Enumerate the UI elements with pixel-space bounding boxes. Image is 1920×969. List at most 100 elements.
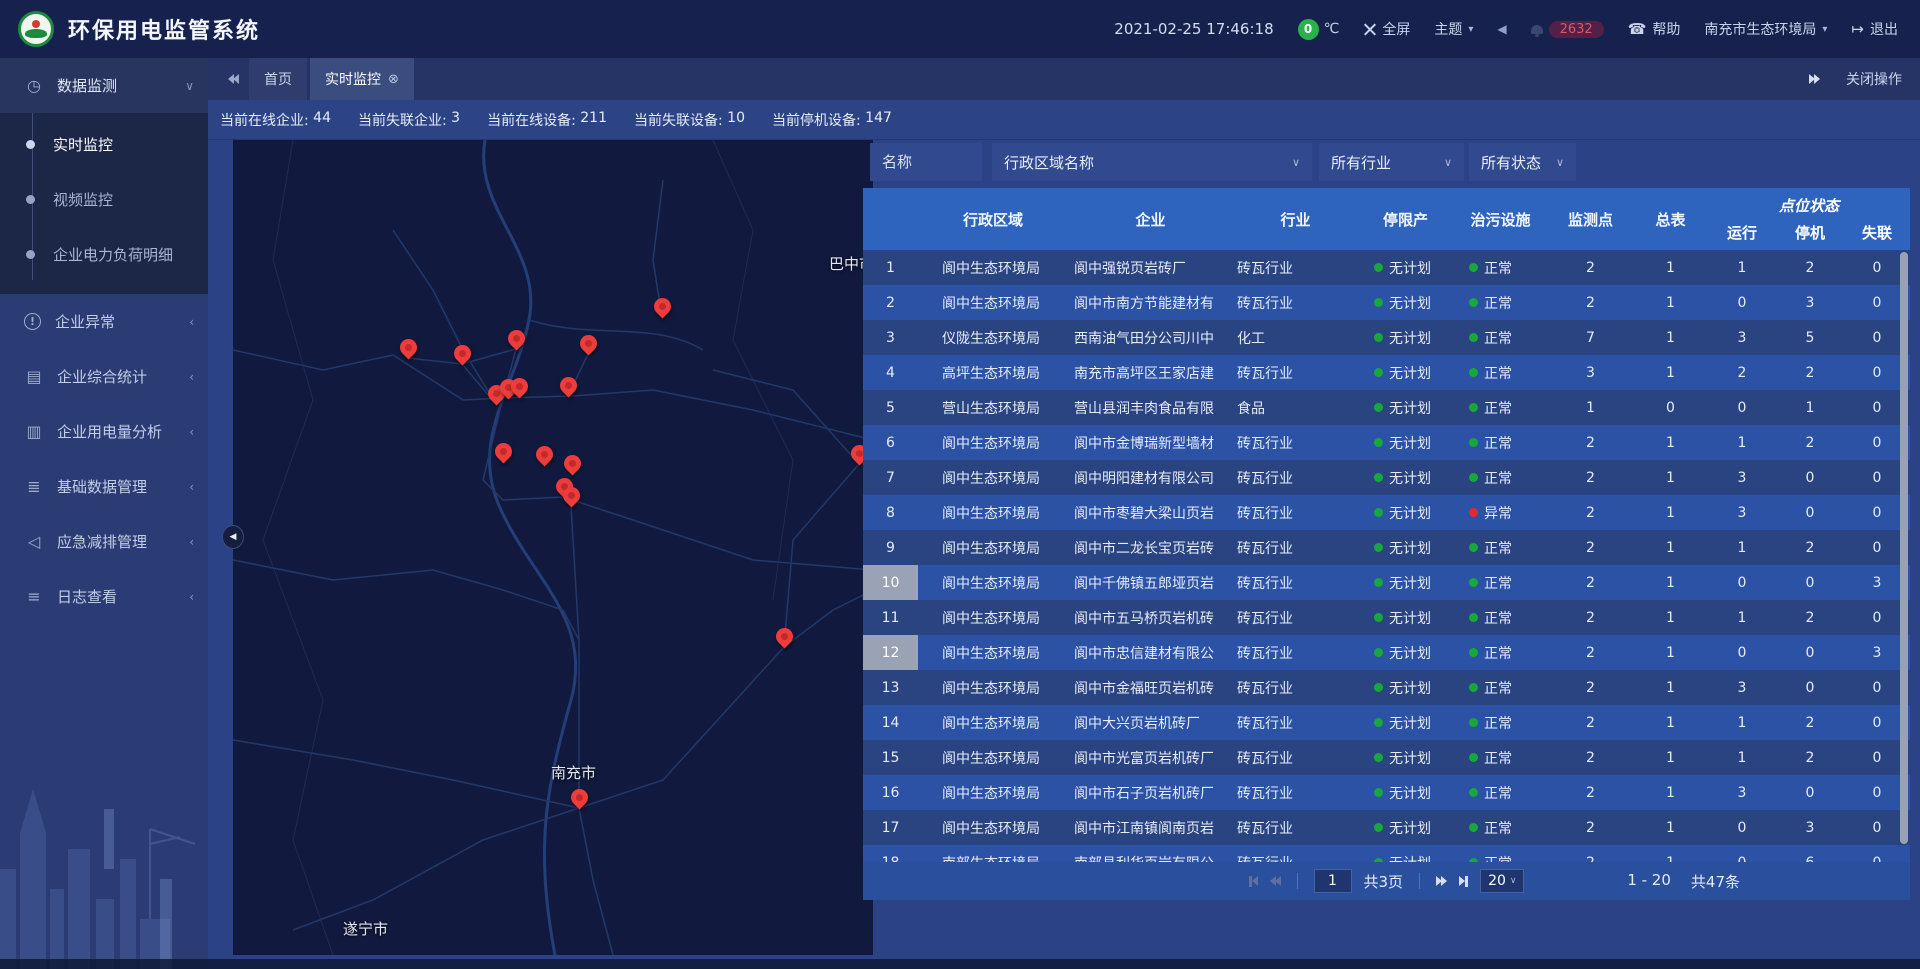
help-button[interactable]: ☎ 帮助: [1628, 19, 1681, 39]
status-text: 无计划: [1389, 783, 1431, 803]
cell-region: 阆中生态环境局: [918, 538, 1068, 558]
sidebar: ◷数据监测∨ 实时监控视频监控企业电力负荷明细! 企业异常 ‹ ▤企业综合统计‹▥企业用…: [0, 58, 208, 969]
table-row[interactable]: 13阆中生态环境局阆中市金福旺页岩机砖砖瓦行业无计划正常21300: [863, 670, 1910, 705]
collapse-panel-handle[interactable]: ◀: [222, 525, 244, 549]
notifications[interactable]: 2632: [1531, 21, 1604, 38]
table-row[interactable]: 8阆中生态环境局阆中市枣碧大梁山页岩砖瓦行业无计划异常21300: [863, 495, 1910, 530]
help-label: 帮助: [1652, 19, 1680, 39]
name-filter-input[interactable]: [870, 143, 982, 181]
cell-region: 阆中生态环境局: [918, 468, 1068, 488]
table-row[interactable]: 6阆中生态环境局阆中市金博瑞新型墙材砖瓦行业无计划正常21120: [863, 425, 1910, 460]
tab-item[interactable]: 实时监控⊗: [310, 58, 414, 100]
temperature-badge: 0: [1298, 19, 1319, 40]
table-row[interactable]: 14阆中生态环境局阆中大兴页岩机砖厂砖瓦行业无计划正常21120: [863, 705, 1910, 740]
table-row[interactable]: 18南部生态环境局南部县利华页岩有限公砖瓦行业无计划正常21060: [863, 845, 1910, 862]
chevron-down-icon: ∨: [1444, 156, 1452, 169]
cell-monitor-points: 2: [1548, 645, 1633, 661]
cell-running: 3: [1708, 470, 1776, 486]
prev-page-button[interactable]: [1270, 876, 1281, 886]
table-row[interactable]: 7阆中生态环境局阆中明阳建材有限公司砖瓦行业无计划正常21300: [863, 460, 1910, 495]
table-row[interactable]: 10阆中生态环境局阆中千佛镇五郎垭页岩砖瓦行业无计划正常21003: [863, 565, 1910, 600]
sidebar-item-label: 企业异常: [55, 311, 189, 332]
table-row[interactable]: 11阆中生态环境局阆中市五马桥页岩机砖砖瓦行业无计划正常21120: [863, 600, 1910, 635]
cell-total-meters: 0: [1633, 400, 1708, 416]
cell-pollution-facility: 正常: [1453, 783, 1548, 803]
cell-company: 阆中大兴页岩机砖厂: [1068, 713, 1233, 733]
scroll-tabs-left-button[interactable]: [218, 58, 249, 100]
bar-chart-icon: ▥: [24, 422, 44, 441]
table-row[interactable]: 4高坪生态环境局南充市高坪区王家店建砖瓦行业无计划正常31220: [863, 355, 1910, 390]
sidebar-subitem[interactable]: 视频监控: [0, 172, 208, 227]
page-size-select[interactable]: 20 ∨: [1480, 869, 1524, 893]
sidebar-subitem[interactable]: 企业电力负荷明细: [0, 227, 208, 282]
sidebar-subitem[interactable]: 实时监控: [0, 117, 208, 172]
industry-filter-select[interactable]: 所有行业 ∨: [1319, 143, 1464, 181]
sidebar-item-company-abnormal[interactable]: !企业异常‹: [0, 294, 208, 349]
table-row[interactable]: 2阆中生态环境局阆中市南方节能建材有砖瓦行业无计划正常21030: [863, 285, 1910, 320]
cell-row-number: 16: [863, 775, 918, 810]
cell-monitor-points: 2: [1548, 820, 1633, 836]
cell-total-meters: 1: [1633, 435, 1708, 451]
table-row[interactable]: 16阆中生态环境局阆中市石子页岩机砖厂砖瓦行业无计划正常21300: [863, 775, 1910, 810]
status-dot-green: [1469, 578, 1478, 587]
table-row[interactable]: 17阆中生态环境局阆中市江南镇阆南页岩砖瓦行业无计划正常21030: [863, 810, 1910, 845]
status-dot-green: [1469, 648, 1478, 657]
alert-circle-icon: !: [24, 313, 41, 330]
cell-monitor-points: 2: [1548, 785, 1633, 801]
cell-pollution-facility: 正常: [1453, 433, 1548, 453]
last-page-button[interactable]: [1459, 876, 1468, 887]
close-tab-icon[interactable]: ⊗: [388, 72, 399, 87]
table-row[interactable]: 12阆中生态环境局阆中市忠信建材有限公砖瓦行业无计划正常21003: [863, 635, 1910, 670]
sidebar-item-logs[interactable]: ≡日志查看‹: [0, 569, 208, 624]
tab-item[interactable]: 首页: [249, 58, 307, 100]
city-skyline-decoration: [0, 749, 208, 969]
sidebar-item-company-stats[interactable]: ▤企业综合统计‹: [0, 349, 208, 404]
theme-dropdown[interactable]: 主题 ▾: [1434, 19, 1473, 39]
table-scrollbar[interactable]: [1900, 252, 1908, 844]
status-filter-select[interactable]: 所有状态 ∨: [1469, 143, 1576, 181]
close-operations-button[interactable]: 关闭操作: [1846, 69, 1902, 89]
sidebar-item-label: 应急减排管理: [57, 531, 189, 552]
cell-row-number: 8: [863, 495, 918, 530]
sidebar-subitem-label: 实时监控: [53, 134, 113, 155]
status-dot-green: [1469, 683, 1478, 692]
sidebar-item-emergency[interactable]: ◁应急减排管理‹: [0, 514, 208, 569]
table-row[interactable]: 9阆中生态环境局阆中市二龙长宝页岩砖砖瓦行业无计划正常21120: [863, 530, 1910, 565]
status-text: 无计划: [1389, 503, 1431, 523]
cell-row-number: 7: [863, 460, 918, 495]
cell-total-meters: 1: [1633, 610, 1708, 626]
company-table: 行政区域企业行业停限产治污设施监测点总表 点位状态 运行停机失联 1阆中生态环境…: [863, 188, 1910, 862]
next-page-button[interactable]: [1436, 876, 1447, 886]
layers-icon: ≣: [24, 477, 44, 496]
stat-label: 当前在线企业: [220, 110, 313, 130]
cell-pollution-facility: 异常: [1453, 503, 1548, 523]
table-row[interactable]: 5营山生态环境局营山县润丰肉食品有限食品无计划正常10010: [863, 390, 1910, 425]
exit-button[interactable]: ↦ 退出: [1851, 19, 1898, 39]
chevron-left-icon: ‹: [189, 590, 194, 604]
cell-row-number: 14: [863, 705, 918, 740]
sidebar-item-power-analysis[interactable]: ▥企业用电量分析‹: [0, 404, 208, 459]
fullscreen-button[interactable]: 全屏: [1363, 19, 1410, 39]
cell-row-number: 10: [863, 565, 918, 600]
status-text: 正常: [1484, 363, 1512, 383]
org-dropdown[interactable]: 南充市生态环境局 ▾: [1704, 19, 1827, 39]
cell-total-meters: 1: [1633, 295, 1708, 311]
table-row[interactable]: 15阆中生态环境局阆中市光富页岩机砖厂砖瓦行业无计划正常21120: [863, 740, 1910, 775]
cell-company: 阆中市二龙长宝页岩砖: [1068, 538, 1233, 558]
page-number-input[interactable]: 1: [1314, 869, 1352, 893]
region-filter-select[interactable]: 行政区域名称 ∨: [992, 143, 1312, 181]
table-row[interactable]: 3仪陇生态环境局西南油气田分公司川中化工无计划正常71350: [863, 320, 1910, 355]
speaker-icon[interactable]: ◀: [1497, 22, 1506, 36]
cell-monitor-points: 2: [1548, 505, 1633, 521]
scroll-tabs-right-button[interactable]: [1809, 74, 1820, 84]
cell-company: 阆中千佛镇五郎垭页岩: [1068, 573, 1233, 593]
sidebar-item-base-data[interactable]: ≣基础数据管理‹: [0, 459, 208, 514]
table-row[interactable]: 1阆中生态环境局阆中强锐页岩砖厂砖瓦行业无计划正常21120: [863, 250, 1910, 285]
first-page-button[interactable]: [1249, 876, 1258, 887]
cell-stopped: 2: [1776, 715, 1844, 731]
cell-row-number: 13: [863, 670, 918, 705]
sidebar-item-data-monitor[interactable]: ◷数据监测∨: [0, 58, 208, 113]
map-panel[interactable]: 巴中市南充市遂宁市: [233, 140, 873, 955]
double-arrow-right-icon: [1436, 876, 1447, 886]
status-dot-green: [1469, 753, 1478, 762]
